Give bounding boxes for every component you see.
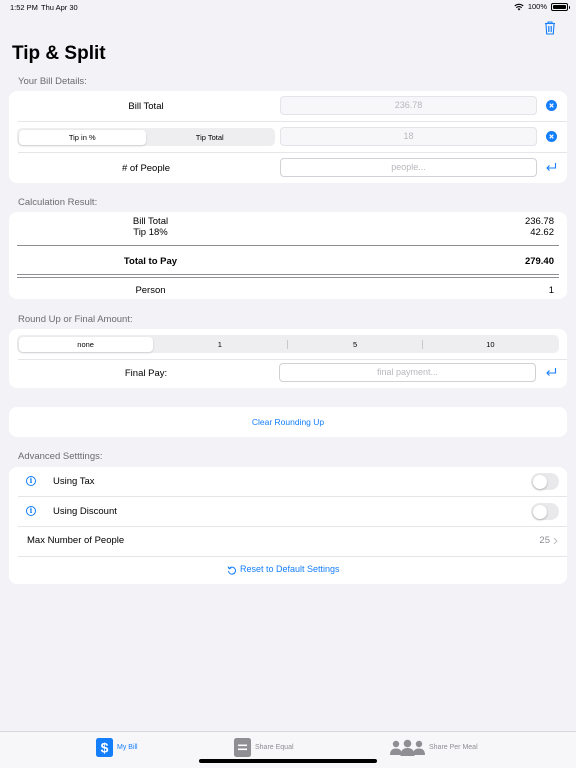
using-tax-label: Using Tax — [53, 476, 95, 487]
bill-details-header: Your Bill Details: — [18, 76, 87, 87]
final-pay-field[interactable]: final payment... — [279, 363, 536, 382]
using-discount-row: i Using Discount — [9, 497, 567, 526]
status-right: 100% — [514, 2, 570, 11]
bill-total-row: Bill Total 236.78 — [9, 91, 567, 121]
tab-share-per-meal-label: Share Per Meal — [429, 743, 478, 751]
max-people-value: 25 — [539, 535, 550, 546]
calc-bill-total-value: 236.78 — [524, 216, 554, 227]
page-title: Tip & Split — [12, 43, 106, 64]
person-value: 1 — [548, 285, 554, 296]
tip-field[interactable]: 18 — [280, 127, 537, 146]
people-row: # of People people... — [9, 153, 567, 183]
round-up-header: Round Up or Final Amount: — [18, 314, 133, 325]
equal-icon — [234, 737, 251, 757]
separator-line — [17, 274, 559, 275]
home-indicator — [199, 759, 377, 763]
max-people-label: Max Number of People — [27, 535, 125, 546]
tab-share-equal[interactable]: Share Equal — [234, 737, 294, 757]
total-to-pay-value: 279.40 — [524, 256, 554, 267]
clear-rounding-card[interactable]: Clear Rounding Up — [9, 407, 567, 437]
status-bar: 1:52 PM Thu Apr 30 100% — [0, 0, 576, 16]
calc-tip-label: Tip 18% — [133, 227, 168, 238]
bill-details-card: Bill Total 236.78 Tip in % Tip Total 18 … — [9, 91, 567, 183]
people-label: # of People — [121, 163, 171, 174]
battery-icon — [551, 2, 570, 11]
status-time: 1:52 PM — [10, 3, 38, 12]
calculation-card: Bill Total 236.78 Tip 18% 42.62 Total to… — [9, 212, 567, 299]
using-tax-toggle[interactable] — [531, 473, 559, 490]
round-up-control[interactable]: none 1 5 10 — [17, 335, 559, 353]
advanced-card: i Using Tax i Using Discount Max Number … — [9, 467, 567, 584]
round-option-1[interactable]: 1 — [153, 337, 287, 352]
reset-arrow-icon — [227, 566, 236, 575]
using-tax-row: i Using Tax — [9, 467, 567, 496]
tab-my-bill[interactable]: $ My Bill — [96, 737, 138, 757]
clear-tip-icon[interactable] — [546, 131, 557, 142]
divider — [18, 359, 567, 360]
tab-my-bill-label: My Bill — [117, 743, 138, 751]
battery-percent: 100% — [527, 2, 547, 11]
return-key-icon[interactable] — [545, 162, 557, 173]
info-icon[interactable]: i — [26, 506, 36, 516]
info-icon[interactable]: i — [26, 476, 36, 486]
separator-line — [17, 277, 559, 278]
tip-mode-percent[interactable]: Tip in % — [18, 129, 146, 145]
total-to-pay-label: Total to Pay — [123, 256, 178, 267]
svg-text:$: $ — [101, 739, 109, 755]
round-option-5[interactable]: 5 — [288, 337, 422, 352]
reset-row[interactable]: Reset to Default Settings — [9, 557, 567, 584]
using-discount-toggle[interactable] — [531, 503, 559, 520]
tab-share-equal-label: Share Equal — [255, 743, 294, 751]
tab-share-per-meal[interactable]: Share Per Meal — [390, 737, 478, 757]
using-discount-label: Using Discount — [53, 506, 117, 517]
people-field[interactable]: people... — [280, 158, 537, 177]
tip-mode-total[interactable]: Tip Total — [146, 130, 274, 145]
clear-rounding-button[interactable]: Clear Rounding Up — [9, 417, 567, 427]
round-up-card: none 1 5 10 Final Pay: final payment... — [9, 329, 567, 388]
advanced-header: Advanced Setttings: — [18, 451, 103, 462]
calculation-header: Calculation Result: — [18, 197, 98, 208]
reset-default-button[interactable]: Reset to Default Settings — [240, 564, 340, 574]
person-label: Person — [135, 285, 166, 296]
calc-tip-value: 42.62 — [530, 227, 554, 238]
status-date: Thu Apr 30 — [41, 3, 78, 12]
chevron-right-icon — [553, 537, 558, 545]
calc-bill-total-label: Bill Total — [132, 216, 169, 227]
round-option-none[interactable]: none — [18, 336, 153, 352]
return-key-icon[interactable] — [545, 367, 557, 378]
people-group-icon — [390, 739, 425, 756]
round-option-10[interactable]: 10 — [423, 337, 557, 352]
separator-line — [17, 245, 559, 246]
final-pay-label: Final Pay: — [124, 368, 168, 379]
dollar-icon: $ — [96, 737, 113, 757]
trash-icon — [545, 21, 555, 35]
wifi-icon — [514, 3, 524, 10]
clear-bill-total-icon[interactable] — [546, 100, 557, 111]
tip-mode-control[interactable]: Tip in % Tip Total — [17, 128, 275, 146]
trash-button[interactable] — [543, 20, 557, 36]
bill-total-field[interactable]: 236.78 — [280, 96, 537, 115]
max-people-row[interactable]: Max Number of People 25 — [9, 527, 567, 556]
bill-total-label: Bill Total — [128, 101, 164, 112]
tip-row: Tip in % Tip Total 18 — [9, 122, 567, 152]
